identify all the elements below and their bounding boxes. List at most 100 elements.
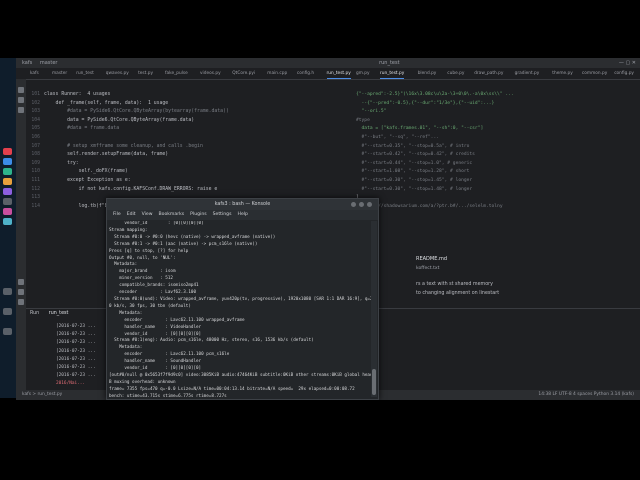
terminal-output[interactable]: vendor_id : [0][0][0][0] Stream mapping: … — [109, 221, 373, 397]
code-line[interactable]: #type — [356, 117, 370, 126]
code-line[interactable]: --{"--pred":-0.5},{"--dur":"1/3e"},{"--u… — [356, 100, 495, 109]
terminal-line: encoder : Lavf62.3.100 — [109, 290, 196, 296]
run-icon[interactable] — [18, 279, 24, 285]
konsole-title: kafs3 : bash — Konsole — [214, 202, 271, 207]
close-icon[interactable] — [367, 202, 372, 207]
window-controls-icon[interactable]: — ▢ ✕ — [619, 58, 636, 68]
code-line[interactable]: #"--start=0.30", "--stop=1.48", # longer — [356, 186, 473, 195]
problems-icon[interactable] — [18, 299, 24, 305]
editor-tab[interactable]: draw_path.py — [474, 69, 503, 78]
code-line[interactable]: def _frame(self, frame, data): 1 usage — [44, 100, 169, 109]
editor-tab[interactable]: test.py — [138, 69, 153, 78]
editor-tab[interactable]: run_test.py — [326, 69, 351, 79]
terminal-line: handler_name : VideoHandler — [109, 324, 202, 330]
tab-run[interactable]: Run — [30, 311, 39, 316]
line-number: 114 — [31, 203, 40, 209]
editor-tab[interactable]: gradient.py — [515, 69, 540, 78]
editor-tab[interactable]: common.py — [582, 69, 607, 78]
code-line[interactable]: #data = PySide6.QtCore.QByteArray(bytear… — [44, 108, 229, 117]
app-icon[interactable] — [3, 198, 12, 205]
commit-icon[interactable] — [18, 97, 24, 103]
editor-tab[interactable]: kafs — [30, 69, 39, 78]
app-icon[interactable] — [3, 308, 12, 315]
code-line[interactable]: self._doFX(frame) — [44, 168, 128, 177]
status-info[interactable]: 14:38 LF UTF-8 4 spaces Python 3.14 (kaf… — [538, 390, 634, 400]
project-name[interactable]: kafs — [22, 60, 32, 66]
code-line[interactable]: data = ["kafs.frames.01", "--sh":0, "--c… — [356, 125, 484, 134]
code-line[interactable]: class Runner: 4 usages — [44, 91, 110, 100]
editor-tab[interactable]: blend.py — [418, 69, 437, 78]
branch-name[interactable]: master — [40, 60, 58, 66]
app-icon[interactable] — [3, 148, 12, 155]
app-icon[interactable] — [3, 168, 12, 175]
code-line[interactable]: #data = frame.data — [44, 125, 119, 134]
editor-tab[interactable]: QtCore.pyi — [232, 69, 255, 78]
terminal-line: bench: utime=43.715s stime=6.775s rtime=… — [109, 393, 227, 397]
editor-tab[interactable]: master — [52, 69, 67, 78]
menu-file[interactable]: File — [113, 212, 121, 217]
menu-view[interactable]: View — [142, 212, 153, 217]
editor-tab[interactable]: run_test.py — [380, 69, 405, 79]
code-line[interactable]: # setup xmfframe some cleanup, and calls… — [44, 143, 203, 152]
readme-title[interactable]: README.md — [416, 256, 447, 262]
app-icon[interactable] — [3, 328, 12, 335]
terminal-line: Stream #0:0(und): Video: wrapped_avframe… — [109, 296, 373, 302]
line-number: 105 — [31, 126, 40, 132]
code-line[interactable]: self.render.setupFrame(data, frame) — [44, 151, 168, 160]
terminal-line: encoder : Lavc62.11.100 wrapped_avframe — [109, 317, 245, 323]
menu-settings[interactable]: Settings — [213, 212, 232, 217]
code-line[interactable]: {"--apred":-2.5}"(\16x\3.08c\u\2a-\3+0\0… — [356, 91, 514, 100]
code-line[interactable]: try: — [44, 160, 79, 169]
line-number: 106 — [31, 135, 40, 140]
desktop-dock — [0, 58, 16, 398]
editor-tab[interactable]: main.cpp — [267, 69, 287, 78]
menu-plugins[interactable]: Plugins — [190, 212, 206, 217]
terminal-line: B muxing overhead: unknown — [109, 379, 176, 385]
code-line[interactable]: except Exception as e: — [44, 177, 131, 186]
terminal-line: Stream #0:0 -> #0:0 (hevc (native) -> wr… — [109, 234, 276, 240]
editor-tab[interactable]: theme.py — [552, 69, 573, 78]
structure-icon[interactable] — [18, 107, 24, 113]
readme-file[interactable]: koffect.txt — [416, 266, 439, 271]
editor-tab[interactable]: cube.py — [447, 69, 464, 78]
editor-tab[interactable]: gm.py — [356, 69, 370, 78]
editor-tab[interactable]: qwaves.py — [106, 69, 129, 78]
run-config[interactable]: run_test — [379, 60, 400, 66]
scrollbar-thumb[interactable] — [372, 369, 376, 395]
minimize-icon[interactable] — [351, 202, 356, 207]
app-icon[interactable] — [3, 288, 12, 295]
project-icon[interactable] — [18, 87, 24, 93]
editor-tab[interactable]: fake_pulse — [165, 69, 188, 78]
editor-tab[interactable]: config.py — [614, 69, 634, 78]
app-icon[interactable] — [3, 218, 12, 225]
app-icon[interactable] — [3, 188, 12, 195]
line-number: 107 — [31, 143, 40, 149]
code-line[interactable]: #"--start=0.30", "--stop=1.45", # longer — [356, 177, 473, 186]
code-line[interactable]: #"--but", "--sq", "--ref"... — [356, 134, 439, 143]
terminal-line: [out#0/null @ 0x5653f7f9d9c0] video:3085… — [109, 372, 373, 378]
code-line[interactable]: #"--start=0.35", "--stop=0.5a", # intro — [356, 143, 470, 152]
terminal-line: handler_name : SoundHandler — [109, 359, 202, 365]
readme-line: rs a text with st shared memory — [416, 282, 493, 287]
editor-tab[interactable]: videos.py — [200, 69, 221, 78]
app-icon[interactable] — [3, 178, 12, 185]
app-icon[interactable] — [3, 158, 12, 165]
code-line[interactable]: #"--start=0.44", "--stop=1.0", # generic — [356, 160, 473, 169]
code-line[interactable]: #"--start=0.42", "--stop=0.42", # credit… — [356, 151, 475, 160]
terminal-scrollbar[interactable] — [371, 221, 377, 397]
code-line[interactable]: "--ori.5" — [356, 108, 387, 117]
menu-help[interactable]: Help — [237, 212, 247, 217]
editor-tab[interactable]: run_test — [76, 69, 94, 78]
code-line[interactable]: if not kafs.config.KAFSConf.DRAW_ERRORS:… — [44, 186, 218, 195]
readme-line: to changing alignment on linestart — [416, 291, 500, 296]
editor-tab[interactable]: config.h — [297, 69, 314, 78]
tab-run-test[interactable]: run_test — [49, 311, 69, 316]
code-line[interactable]: data = PySide6.QtCore.QByteArray(frame.d… — [44, 117, 194, 126]
app-icon[interactable] — [3, 208, 12, 215]
maximize-icon[interactable] — [359, 202, 364, 207]
terminal-icon[interactable] — [18, 289, 24, 295]
code-line[interactable]: #"--start=1.08", "--stop=1.28", # short — [356, 168, 470, 177]
status-breadcrumb[interactable]: kafs > run_test.py — [22, 392, 62, 397]
menu-bookmarks[interactable]: Bookmarks — [159, 212, 185, 217]
menu-edit[interactable]: Edit — [127, 212, 136, 217]
